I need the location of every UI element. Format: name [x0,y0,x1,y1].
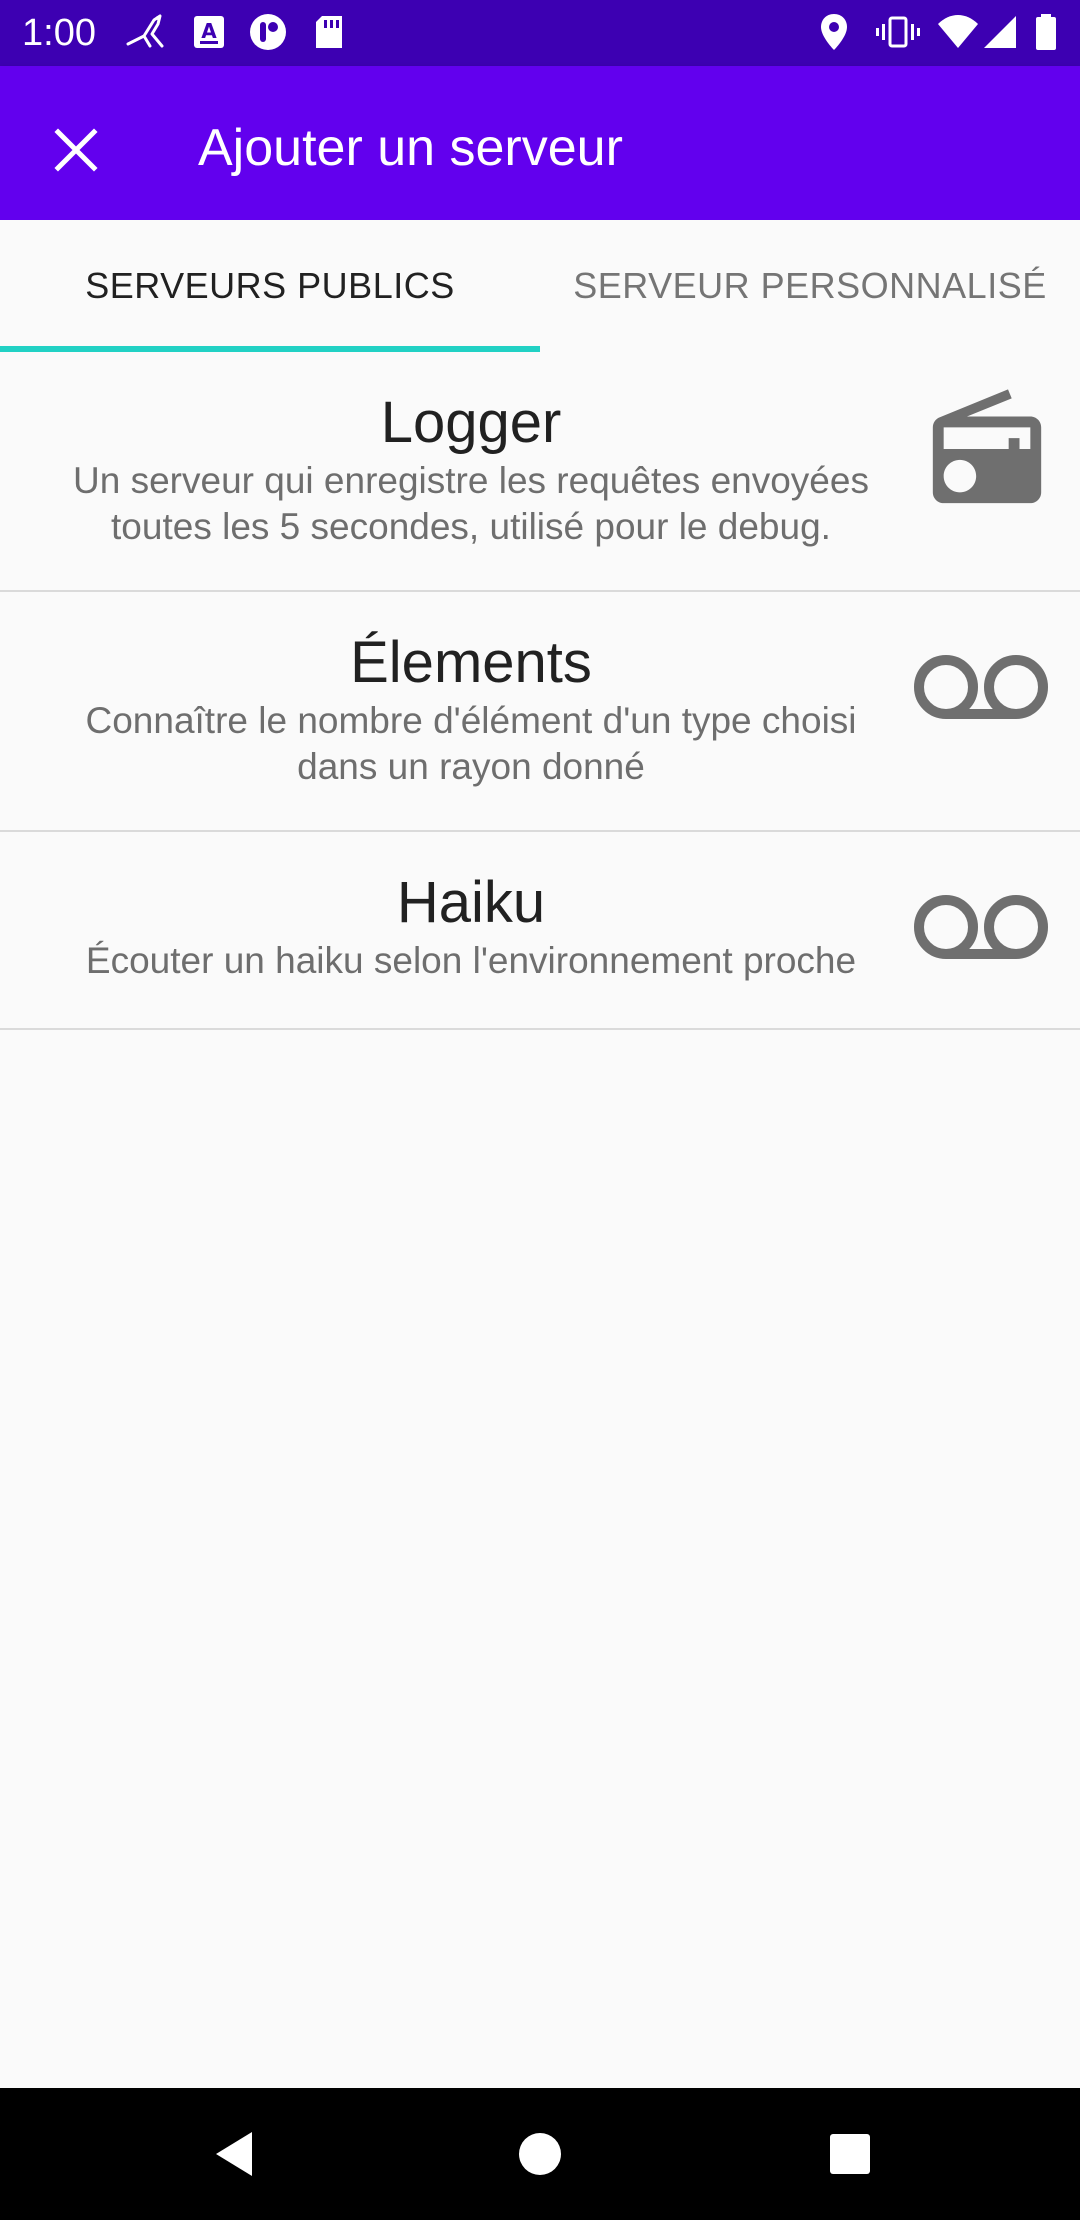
page-title: Ajouter un serveur [198,119,623,177]
recents-button[interactable] [814,2118,886,2190]
list-item-elements[interactable]: Élements Connaître le nombre d'élément d… [0,592,1080,832]
server-text: Haiku Écouter un haiku selon l'environne… [40,868,902,984]
tab-label: SERVEURS PUBLICS [85,265,455,306]
signal-icon [984,16,1016,48]
voicemail-icon [914,655,1048,719]
tab-public-servers[interactable]: SERVEURS PUBLICS [0,220,540,352]
radio-icon [932,389,1042,504]
server-text: Logger Un serveur qui enregistre les req… [40,388,902,550]
server-description-line: dans un rayon donné [297,746,645,787]
server-name: Élements [350,630,592,695]
server-description-line: Connaître le nombre d'élément d'un type … [85,700,857,741]
bird-notification-icon [126,14,164,48]
list-item-logger[interactable]: Logger Un serveur qui enregistre les req… [0,352,1080,592]
font-a-notification-icon: A [194,16,224,48]
server-list: Logger Un serveur qui enregistre les req… [0,352,1080,1030]
battery-icon [1036,14,1056,50]
server-name: Logger [380,390,562,455]
server-description-line: Écouter un haiku selon l'environnement p… [85,940,857,981]
close-icon [54,128,98,172]
wifi-icon [938,15,978,48]
list-item-haiku[interactable]: Haiku Écouter un haiku selon l'environne… [0,832,1080,1030]
app-bar: Ajouter un serveur [0,66,1080,220]
back-icon [216,2132,252,2176]
status-time: 1:00 [22,12,96,54]
tab-label: SERVEUR PERSONNALISÉ [573,265,1047,306]
tab-custom-server[interactable]: SERVEUR PERSONNALISÉ [540,220,1080,352]
navigation-bar [0,2088,1080,2220]
tab-bar: SERVEURS PUBLICS SERVEUR PERSONNALISÉ [0,220,1080,352]
location-icon [821,14,847,50]
voicemail-icon [914,895,1048,959]
close-button[interactable] [36,110,116,190]
server-text: Élements Connaître le nombre d'élément d… [40,628,902,790]
home-icon [519,2133,561,2175]
sd-card-icon [316,16,342,48]
server-description-line: toutes les 5 secondes, utilisé pour le d… [111,506,831,547]
svg-text:A: A [201,19,217,43]
server-name: Haiku [396,870,546,935]
recents-icon [830,2134,870,2174]
server-description-line: Un serveur qui enregistre les requêtes e… [73,460,869,501]
home-button[interactable] [504,2118,576,2190]
back-button[interactable] [200,2118,272,2190]
status-bar: 1:00 A [0,0,1080,66]
vibrate-icon [876,16,920,48]
app-notification-icon [250,14,286,50]
